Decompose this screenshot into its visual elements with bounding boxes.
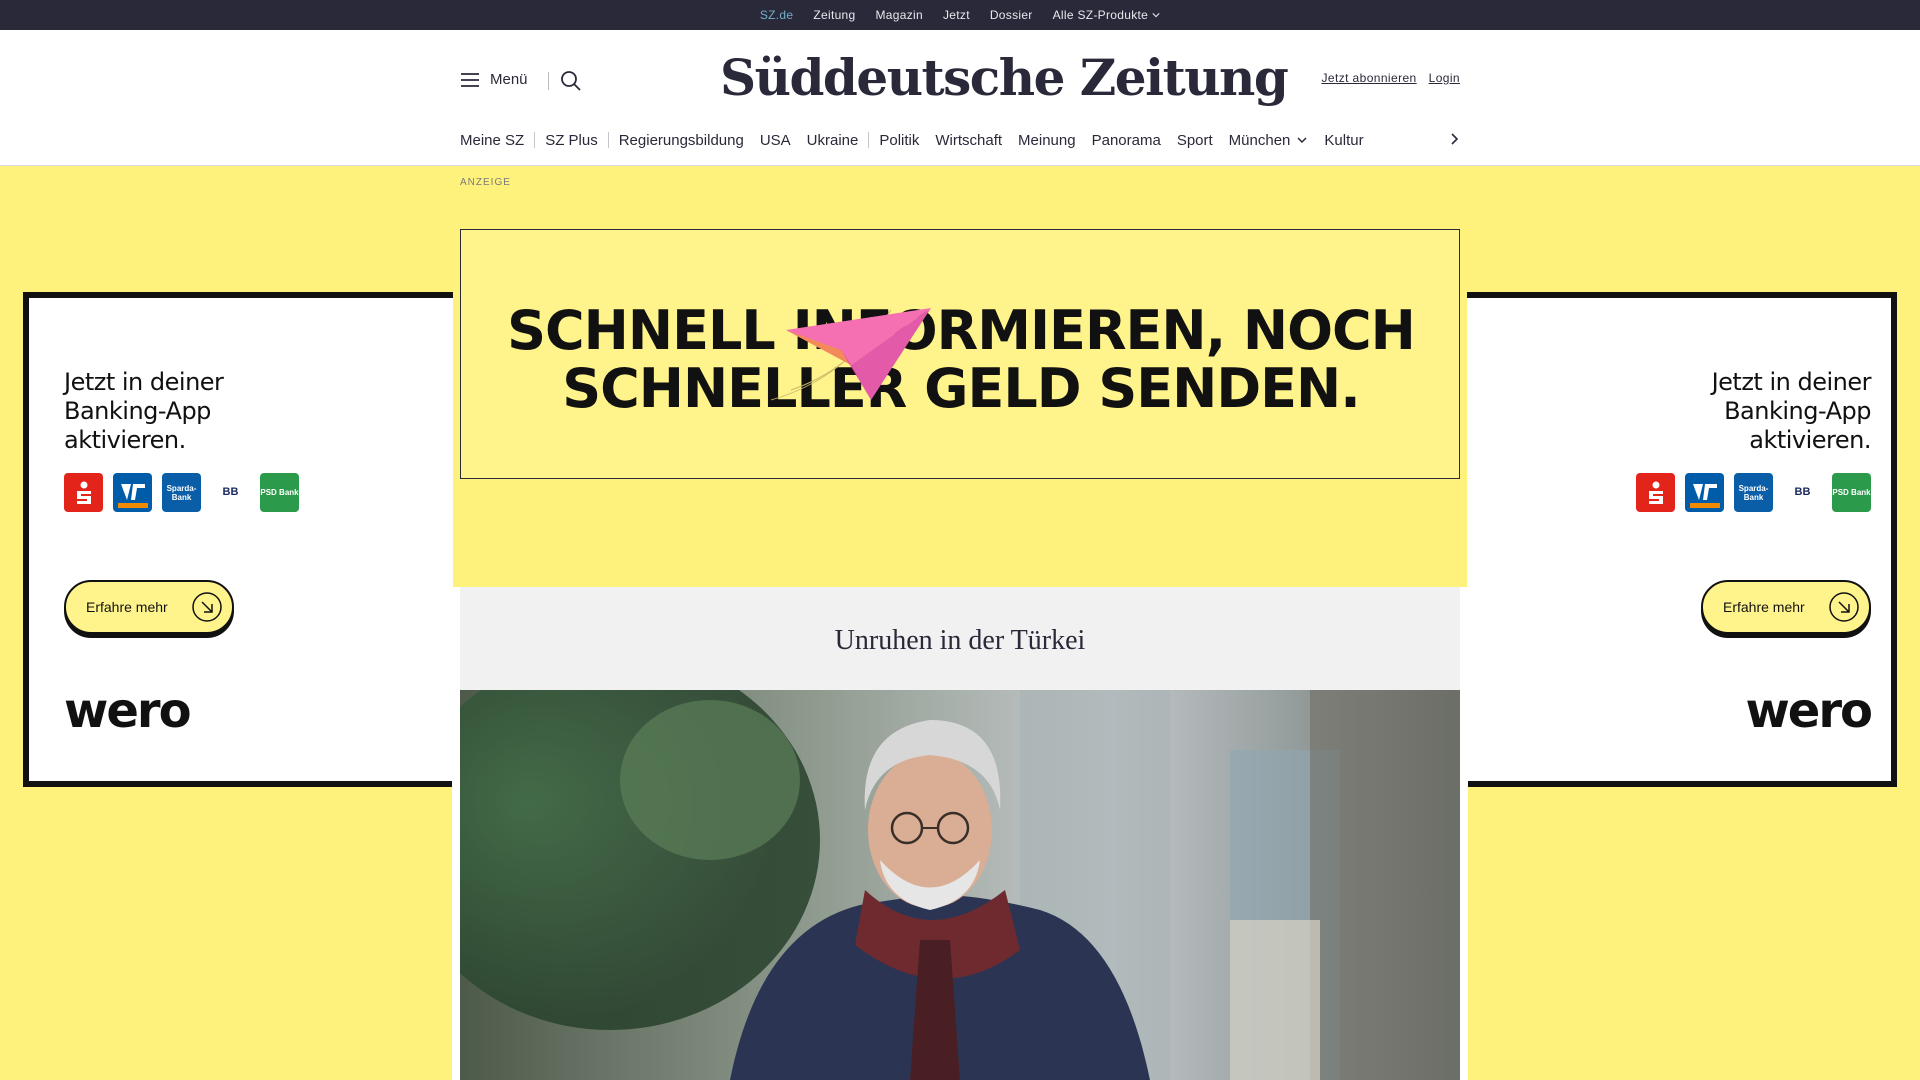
nav-item-meinung[interactable]: Meinung: [1018, 132, 1076, 149]
ad-headline-line: Jetzt in deiner: [1711, 368, 1872, 396]
nav-item-kultur[interactable]: Kultur: [1324, 132, 1363, 149]
bbbank-logo-icon: BB: [211, 473, 250, 512]
chevron-down-icon: [1297, 137, 1307, 144]
ad-skyscraper-left[interactable]: Jetzt in deiner Banking-App aktivieren. …: [23, 292, 453, 787]
learn-more-label: Erfahre mehr: [86, 599, 168, 615]
article-image[interactable]: [460, 690, 1460, 1080]
bbbank-logo-icon: BB: [1783, 473, 1822, 512]
login-link[interactable]: Login: [1429, 71, 1460, 85]
nav-item-politik[interactable]: Politik: [879, 132, 919, 149]
ad-label: ANZEIGE: [460, 177, 511, 188]
menu-label: Menü: [490, 71, 528, 88]
nav-item-ukraine[interactable]: Ukraine: [807, 132, 859, 149]
learn-more-label: Erfahre mehr: [1723, 599, 1805, 615]
site-logo[interactable]: Süddeutsche Zeitung: [720, 48, 1289, 107]
bank-logos: Sparda-Bank BB PSD Bank: [64, 473, 299, 512]
learn-more-button[interactable]: Erfahre mehr: [1701, 580, 1871, 634]
arrow-down-right-icon: [192, 592, 222, 622]
article-photo: [460, 690, 1460, 1080]
product-link-jetzt[interactable]: Jetzt: [943, 8, 970, 22]
nav-item-panorama[interactable]: Panorama: [1092, 132, 1161, 149]
chevron-right-icon: [1451, 133, 1459, 145]
nav-divider: [534, 132, 536, 148]
bank-name: BB: [1794, 486, 1811, 498]
nav-item-muenchen-label: München: [1228, 131, 1291, 149]
nav-item-regierungsbildung[interactable]: Regierungsbildung: [619, 132, 744, 149]
bank-name: Sparda-Bank: [166, 483, 197, 502]
wero-logo: wero: [64, 683, 192, 739]
ad-banner[interactable]: SCHNELL INFORMIEREN, NOCH SCHNELLER GELD…: [460, 229, 1460, 479]
nav-divider: [868, 132, 870, 148]
product-link-dossier[interactable]: Dossier: [990, 8, 1033, 22]
learn-more-button[interactable]: Erfahre mehr: [64, 580, 234, 634]
ad-headline-line: Banking-App: [1724, 397, 1871, 425]
subscribe-link[interactable]: Jetzt abonnieren: [1321, 71, 1416, 85]
nav-item-muenchen[interactable]: München: [1229, 132, 1309, 149]
search-icon: [561, 71, 581, 91]
divider: [548, 72, 549, 90]
ad-headline: Jetzt in deiner Banking-App aktivieren.: [64, 368, 224, 455]
ad-headline-line: aktivieren.: [1749, 426, 1871, 454]
product-link-magazin[interactable]: Magazin: [876, 8, 923, 22]
search-button[interactable]: [560, 70, 582, 97]
psd-bank-logo-icon: PSD Bank: [260, 473, 299, 512]
sparkasse-logo-icon: [1636, 473, 1675, 512]
ad-headline-line: Jetzt in deiner: [64, 368, 224, 396]
site-header: Menü Süddeutsche Zeitung Jetzt abonniere…: [0, 30, 1920, 166]
product-bar: SZ.de Zeitung Magazin Jetzt Dossier Alle…: [0, 0, 1920, 32]
bank-name: Sparda-Bank: [1738, 483, 1769, 502]
ad-headline: Jetzt in deiner Banking-App aktivieren.: [1711, 368, 1872, 455]
psd-bank-logo-icon: PSD Bank: [1832, 473, 1871, 512]
ad-skyscraper-right[interactable]: Jetzt in deiner Banking-App aktivieren. …: [1467, 292, 1897, 787]
nav-item-sz-plus[interactable]: SZ Plus: [545, 132, 598, 149]
product-link-alle-produkte-label: Alle SZ-Produkte: [1052, 8, 1149, 22]
bank-name: PSD Bank: [1832, 488, 1871, 497]
nav-scroll-right-button[interactable]: [1448, 132, 1460, 151]
wero-logo: wero: [1745, 683, 1873, 739]
bank-logos: Sparda-Bank BB PSD Bank: [1636, 473, 1871, 512]
nav-item-usa[interactable]: USA: [760, 132, 791, 149]
account-links: Jetzt abonnieren Login: [1321, 71, 1460, 85]
topic-header: Unruhen in der Türkei: [460, 587, 1460, 690]
product-link-szde[interactable]: SZ.de: [760, 8, 794, 32]
ad-headline-line: Banking-App: [64, 397, 211, 425]
product-link-alle-produkte[interactable]: Alle SZ-Produkte: [1053, 8, 1161, 22]
nav-item-sport[interactable]: Sport: [1177, 132, 1213, 149]
nav-item-wirtschaft[interactable]: Wirtschaft: [935, 132, 1002, 149]
topic-title[interactable]: Unruhen in der Türkei: [460, 625, 1460, 657]
volksbank-logo-icon: [113, 473, 152, 512]
paper-plane-icon: [770, 308, 931, 401]
nav-item-meine-sz[interactable]: Meine SZ: [460, 132, 524, 149]
nav-divider: [607, 132, 609, 148]
menu-button[interactable]: Menü: [460, 71, 528, 88]
chevron-down-icon: [1152, 13, 1160, 18]
bank-name: PSD Bank: [260, 488, 299, 497]
sparkasse-logo-icon: [64, 473, 103, 512]
volksbank-logo-icon: [1685, 473, 1724, 512]
sparda-bank-logo-icon: Sparda-Bank: [1734, 473, 1773, 512]
product-link-zeitung[interactable]: Zeitung: [813, 8, 855, 22]
sparda-bank-logo-icon: Sparda-Bank: [162, 473, 201, 512]
hamburger-icon: [461, 72, 479, 87]
ad-headline-line: aktivieren.: [64, 426, 186, 454]
arrow-down-right-icon: [1829, 592, 1859, 622]
bank-name: BB: [222, 486, 239, 498]
section-nav: Meine SZ SZ Plus Regierungsbildung USA U…: [460, 128, 1460, 152]
